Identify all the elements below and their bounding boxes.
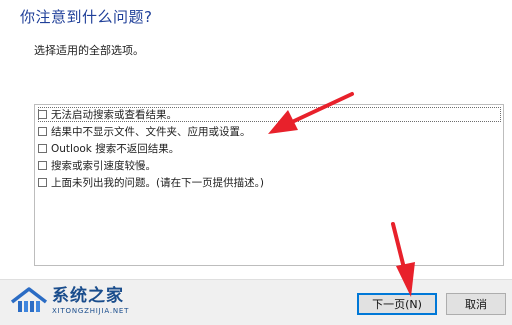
option-label: 结果中不显示文件、文件夹、应用或设置。	[51, 126, 251, 138]
house-logo-icon	[10, 287, 48, 312]
option-results-missing[interactable]: 结果中不显示文件、文件夹、应用或设置。	[38, 124, 251, 139]
watermark-url: XITONGZHIJIA.NET	[52, 306, 130, 315]
option-label: 搜索或索引速度较慢。	[51, 160, 156, 172]
option-label: Outlook 搜索不返回结果。	[51, 143, 180, 155]
watermark-logo: 系统之家 XITONGZHIJIA.NET	[10, 279, 129, 323]
option-slow-search[interactable]: 搜索或索引速度较慢。	[38, 158, 156, 173]
checkbox[interactable]	[38, 161, 47, 170]
options-listbox[interactable]: 无法启动搜索或查看结果。 结果中不显示文件、文件夹、应用或设置。 Outlook…	[34, 104, 504, 266]
instruction-text: 选择适用的全部选项。	[34, 44, 144, 57]
watermark-name: 系统之家	[52, 285, 124, 306]
checkbox[interactable]	[38, 127, 47, 136]
cancel-button[interactable]: 取消	[446, 293, 506, 315]
option-not-listed[interactable]: 上面未列出我的问题。(请在下一页提供描述。)	[38, 175, 264, 190]
checkbox[interactable]	[38, 110, 47, 119]
option-label: 无法启动搜索或查看结果。	[51, 109, 177, 121]
option-search-not-start[interactable]: 无法启动搜索或查看结果。	[38, 107, 501, 122]
option-outlook-search[interactable]: Outlook 搜索不返回结果。	[38, 141, 179, 156]
checkbox[interactable]	[38, 144, 47, 153]
option-label: 上面未列出我的问题。(请在下一页提供描述。)	[51, 177, 264, 189]
dialog-title: 你注意到什么问题?	[20, 8, 153, 26]
checkbox[interactable]	[38, 178, 47, 187]
next-button[interactable]: 下一页(N)	[357, 293, 437, 315]
